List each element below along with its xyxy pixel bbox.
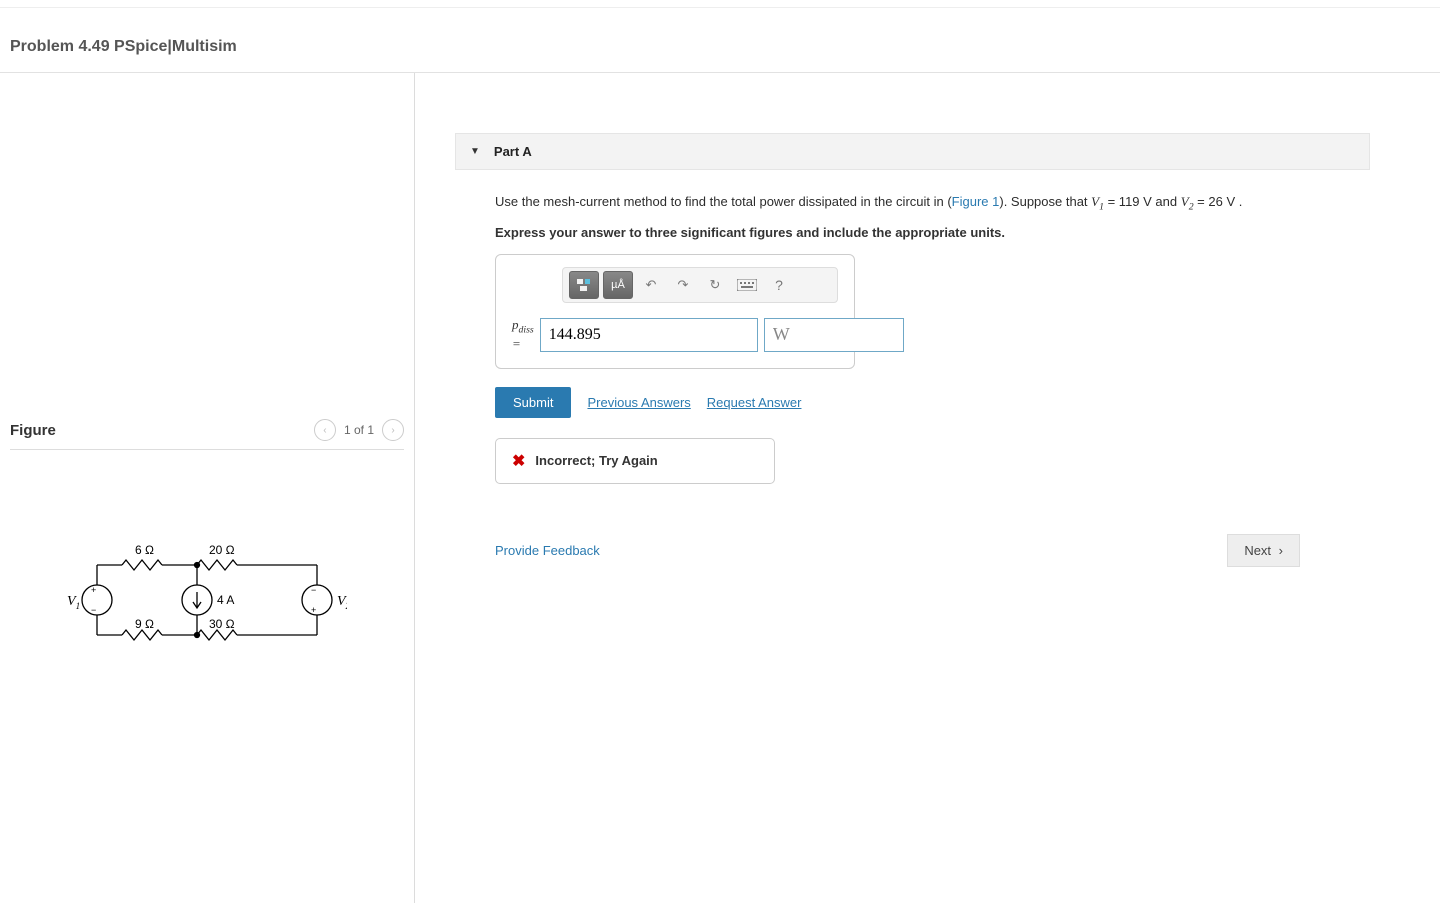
question-text: Use the mesh-current method to find the …: [495, 192, 1370, 215]
keyboard-icon[interactable]: [733, 271, 761, 299]
svg-text:9 Ω: 9 Ω: [135, 617, 154, 631]
figure-prev-button[interactable]: ‹: [314, 419, 336, 441]
svg-text:+: +: [311, 605, 316, 615]
svg-text:20 Ω: 20 Ω: [209, 543, 235, 557]
caret-down-icon: ▼: [470, 146, 480, 157]
svg-text:+: +: [91, 585, 96, 595]
submit-button[interactable]: Submit: [495, 387, 571, 418]
figure-next-button[interactable]: ›: [382, 419, 404, 441]
part-title: Part A: [494, 144, 532, 159]
answer-value-input[interactable]: [540, 318, 758, 352]
svg-text:30 Ω: 30 Ω: [209, 617, 235, 631]
answer-instructions: Express your answer to three significant…: [495, 225, 1370, 240]
svg-text:V1: V1: [67, 594, 80, 611]
svg-text:6 Ω: 6 Ω: [135, 543, 154, 557]
units-tool-button[interactable]: µÅ: [603, 271, 633, 299]
help-icon[interactable]: ?: [765, 271, 793, 299]
answer-panel: µÅ ↶ ↷ ↻ ? pdiss =: [495, 254, 855, 369]
svg-text:−: −: [91, 605, 96, 615]
figure-link[interactable]: Figure 1: [952, 194, 1000, 209]
answer-unit-input[interactable]: [764, 318, 904, 352]
template-tool-button[interactable]: [569, 271, 599, 299]
answer-lhs: pdiss =: [512, 317, 534, 352]
equation-toolbar: µÅ ↶ ↷ ↻ ?: [562, 267, 838, 303]
feedback-box: ✖ Incorrect; Try Again: [495, 438, 775, 484]
problem-title: Problem 4.49 PSpice|Multisim: [0, 8, 1440, 73]
provide-feedback-link[interactable]: Provide Feedback: [495, 543, 600, 558]
svg-text:V2: V2: [337, 594, 347, 611]
figure-panel: Figure ‹ 1 of 1 ›: [0, 73, 415, 903]
incorrect-icon: ✖: [512, 451, 525, 471]
circuit-diagram: + − − + 6 Ω 20 Ω 9 Ω 30 Ω 4 A V1 V2: [67, 540, 347, 670]
feedback-text: Incorrect; Try Again: [535, 453, 657, 468]
figure-nav-text: 1 of 1: [344, 423, 374, 437]
part-header[interactable]: ▼ Part A: [455, 133, 1370, 170]
chevron-right-icon: ›: [1275, 543, 1283, 558]
request-answer-link[interactable]: Request Answer: [707, 395, 802, 410]
next-button[interactable]: Next ›: [1227, 534, 1300, 567]
previous-answers-link[interactable]: Previous Answers: [587, 395, 690, 410]
redo-icon[interactable]: ↷: [669, 271, 697, 299]
reset-icon[interactable]: ↻: [701, 271, 729, 299]
figure-heading: Figure: [10, 422, 56, 439]
svg-text:−: −: [311, 585, 316, 595]
undo-icon[interactable]: ↶: [637, 271, 665, 299]
svg-text:4 A: 4 A: [217, 593, 234, 607]
